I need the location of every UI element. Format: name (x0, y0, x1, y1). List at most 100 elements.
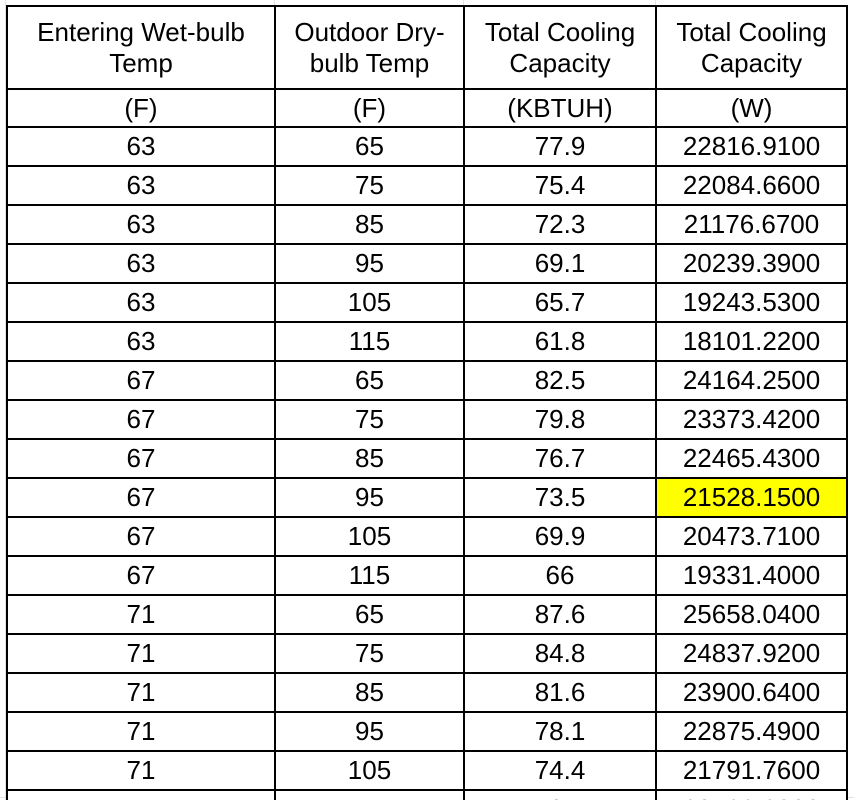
column-unit-1: (F) (274, 88, 465, 128)
column-header-3: Total Cooling Capacity (655, 5, 848, 90)
table-cell[interactable]: 76.7 (463, 438, 657, 479)
table-cell[interactable]: 81.6 (463, 672, 657, 713)
table-cell[interactable]: 67 (6, 555, 276, 596)
table-row[interactable]: 63 115 61.8 18101.2200 (6, 321, 848, 362)
table-row[interactable]: 71 105 74.4 21791.7600 (6, 750, 848, 791)
table-cell[interactable]: 72.3 (463, 204, 657, 245)
table-row[interactable]: 71 85 81.6 23900.6400 (6, 672, 848, 713)
table-cell[interactable]: 75.4 (463, 165, 657, 206)
table-cell[interactable]: 22084.6600 (655, 165, 848, 206)
table-cell[interactable]: 74.4 (463, 750, 657, 791)
column-header-line: Outdoor Dry- (294, 17, 445, 48)
table-row[interactable]: 63 85 72.3 21176.6700 (6, 204, 848, 245)
table-cell[interactable]: 75 (274, 399, 465, 440)
table-cell-highlighted[interactable]: 21528.1500 (655, 477, 848, 518)
table-cell[interactable]: 84.8 (463, 633, 657, 674)
table-row[interactable]: 67 85 76.7 22465.4300 (6, 438, 848, 479)
table-row[interactable]: 63 95 69.1 20239.3900 (6, 243, 848, 284)
table-row[interactable]: 71 95 78.1 22875.4900 (6, 711, 848, 752)
table-cell[interactable]: 22816.9100 (655, 126, 848, 167)
table-cell[interactable]: 63 (6, 126, 276, 167)
column-header-line: Capacity (700, 47, 803, 78)
table-cell[interactable]: 67 (6, 360, 276, 401)
table-cell[interactable]: 63 (6, 282, 276, 323)
table-cell[interactable]: 69.1 (463, 243, 657, 284)
column-header-line: Total Cooling (676, 17, 827, 48)
table-row[interactable]: 67 65 82.5 24164.2500 (6, 360, 848, 401)
table-row[interactable]: 7111570.120532.2900 (6, 789, 848, 800)
table-cell[interactable]: 63 (6, 204, 276, 245)
table-cell[interactable]: 71 (6, 633, 276, 674)
table-header-row: Entering Wet-bulb Temp Outdoor Dry-bulb Te… (6, 5, 848, 90)
table-cell[interactable]: 23900.6400 (655, 672, 848, 713)
table-cell[interactable]: 19243.5300 (655, 282, 848, 323)
table-cell[interactable]: 82.5 (463, 360, 657, 401)
table-row[interactable]: 71 65 87.6 25658.0400 (6, 594, 848, 635)
table-cell[interactable]: 24837.9200 (655, 633, 848, 674)
table-row[interactable]: 67 95 73.5 21528.1500 (6, 477, 848, 518)
table-cell[interactable]: 105 (274, 750, 465, 791)
table-cell[interactable]: 24164.2500 (655, 360, 848, 401)
table-cell[interactable]: 63 (6, 243, 276, 284)
table-cell[interactable]: 23373.4200 (655, 399, 848, 440)
table-cell[interactable]: 65 (274, 594, 465, 635)
table-cell[interactable]: 87.6 (463, 594, 657, 635)
table-cell[interactable]: 71 (6, 789, 276, 800)
table-cell[interactable]: 67 (6, 438, 276, 479)
table-row[interactable]: 67 105 69.9 20473.7100 (6, 516, 848, 557)
table-cell[interactable]: 79.8 (463, 399, 657, 440)
table-row[interactable]: 67 75 79.8 23373.4200 (6, 399, 848, 440)
table-cell[interactable]: 67 (6, 477, 276, 518)
table-cell[interactable]: 20532.2900 (655, 789, 848, 800)
table-cell[interactable]: 20239.3900 (655, 243, 848, 284)
table-cell[interactable]: 71 (6, 750, 276, 791)
table-cell[interactable]: 66 (463, 555, 657, 596)
table-cell[interactable]: 73.5 (463, 477, 657, 518)
table-cell[interactable]: 69.9 (463, 516, 657, 557)
table-cell[interactable]: 105 (274, 516, 465, 557)
table-cell[interactable]: 61.8 (463, 321, 657, 362)
table-cell[interactable]: 22465.4300 (655, 438, 848, 479)
table-cell[interactable]: 95 (274, 477, 465, 518)
table-cell[interactable]: 115 (274, 555, 465, 596)
table-cell[interactable]: 25658.0400 (655, 594, 848, 635)
table-cell[interactable]: 75 (274, 633, 465, 674)
table-cell[interactable]: 63 (6, 321, 276, 362)
table-cell[interactable]: 65.7 (463, 282, 657, 323)
table-cell[interactable]: 85 (274, 672, 465, 713)
table-cell[interactable]: 67 (6, 516, 276, 557)
table-cell[interactable]: 85 (274, 204, 465, 245)
table-container: Entering Wet-bulb Temp Outdoor Dry-bulb Te… (6, 5, 848, 800)
table-cell[interactable]: 21791.7600 (655, 750, 848, 791)
table-cell[interactable]: 20473.7100 (655, 516, 848, 557)
table-cell[interactable]: 77.9 (463, 126, 657, 167)
table-cell[interactable]: 70.1 (463, 789, 657, 800)
table-row[interactable]: 63 75 75.4 22084.6600 (6, 165, 848, 206)
table-cell[interactable]: 65 (274, 126, 465, 167)
table-cell[interactable]: 18101.2200 (655, 321, 848, 362)
table-cell[interactable]: 85 (274, 438, 465, 479)
table-cell[interactable]: 78.1 (463, 711, 657, 752)
table-cell[interactable]: 105 (274, 282, 465, 323)
table-cell[interactable]: 65 (274, 360, 465, 401)
table-cell[interactable]: 19331.4000 (655, 555, 848, 596)
spreadsheet-canvas: Entering Wet-bulb Temp Outdoor Dry-bulb Te… (0, 0, 854, 800)
table-cell[interactable]: 75 (274, 165, 465, 206)
table-cell[interactable]: 95 (274, 243, 465, 284)
table-cell[interactable]: 67 (6, 399, 276, 440)
table-cell[interactable]: 21176.6700 (655, 204, 848, 245)
table-row[interactable]: 63 65 77.9 22816.9100 (6, 126, 848, 167)
table-row[interactable]: 63 105 65.7 19243.5300 (6, 282, 848, 323)
table-row[interactable]: 67 115 66 19331.4000 (6, 555, 848, 596)
table-cell[interactable]: 71 (6, 672, 276, 713)
column-unit-3: (W) (655, 88, 848, 128)
table-cell[interactable]: 115 (274, 321, 465, 362)
table-cell[interactable]: 115 (274, 789, 465, 800)
table-cell[interactable]: 71 (6, 594, 276, 635)
table-cell[interactable]: 71 (6, 711, 276, 752)
table-cell[interactable]: 22875.4900 (655, 711, 848, 752)
table-cell[interactable]: 95 (274, 711, 465, 752)
table-row[interactable]: 71 75 84.8 24837.9200 (6, 633, 848, 674)
table-cell[interactable]: 63 (6, 165, 276, 206)
total-cooling-capacity-table[interactable]: Entering Wet-bulb Temp Outdoor Dry-bulb Te… (6, 5, 848, 800)
